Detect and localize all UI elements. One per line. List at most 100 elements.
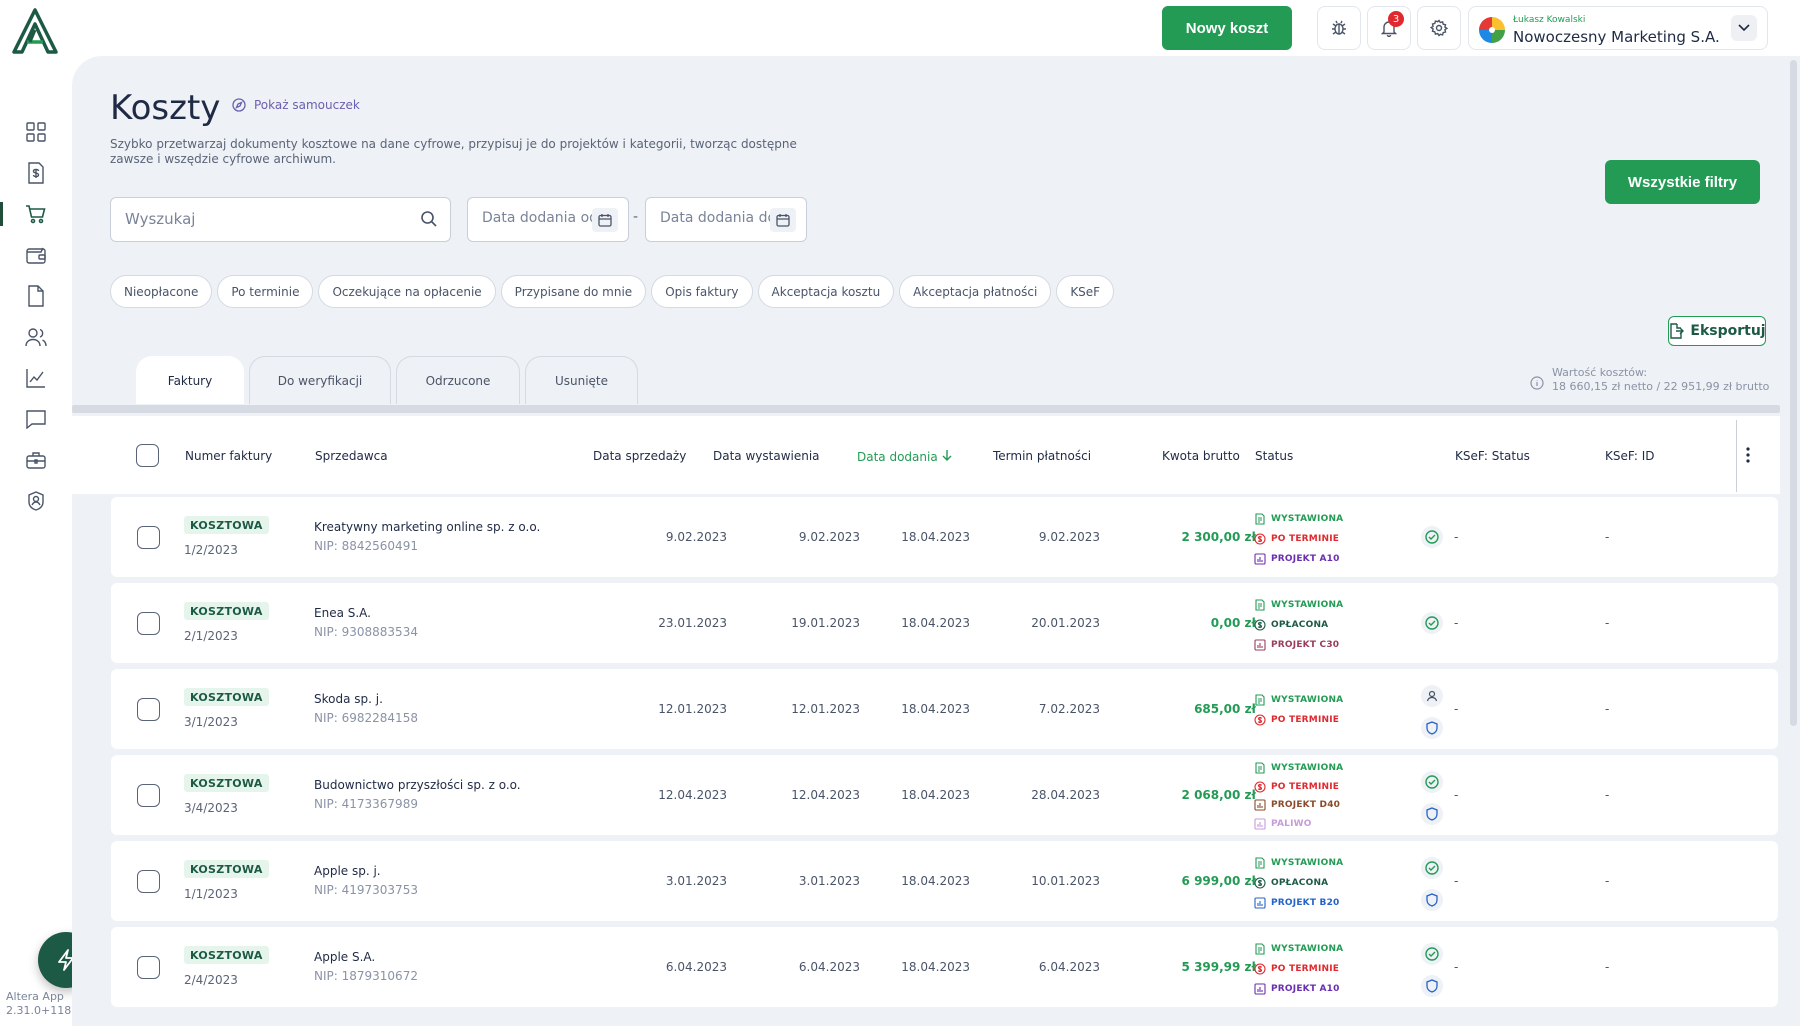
filter-chip-awaiting-payment[interactable]: Oczekujące na opłacenie [318, 275, 496, 308]
row-checkbox[interactable] [137, 870, 160, 893]
sidebar-item-dashboard[interactable] [0, 112, 72, 152]
company-switcher[interactable]: Łukasz Kowalski Nowoczesny Marketing S.A… [1468, 6, 1768, 50]
sidebar-item-invoices[interactable] [0, 153, 72, 193]
check-circle-icon[interactable] [1421, 943, 1443, 965]
sidebar-item-wallet[interactable] [0, 235, 72, 275]
sidebar-item-costs[interactable] [0, 194, 72, 234]
column-seller[interactable]: Sprzedawca [315, 449, 388, 463]
notifications-button[interactable]: 3 [1367, 6, 1411, 50]
calendar-icon[interactable] [592, 208, 618, 232]
check-circle-icon[interactable] [1421, 612, 1443, 634]
settings-button[interactable] [1417, 6, 1461, 50]
tab-invoices[interactable]: Faktury [136, 356, 244, 404]
column-status[interactable]: Status [1255, 449, 1293, 463]
status-icons [1421, 526, 1443, 548]
added-date: 18.04.2023 [901, 788, 970, 802]
info-icon [1530, 372, 1544, 394]
all-filters-button[interactable]: Wszystkie filtry [1605, 160, 1760, 204]
check-circle-icon[interactable] [1421, 771, 1443, 793]
column-invoice-number[interactable]: Numer faktury [185, 449, 272, 463]
invoice-number[interactable]: 2/1/2023 [184, 629, 238, 643]
filter-chip-overdue[interactable]: Po terminie [217, 275, 314, 308]
bug-report-button[interactable] [1317, 6, 1361, 50]
invoice-number[interactable]: 3/1/2023 [184, 715, 238, 729]
new-cost-button[interactable]: Nowy koszt [1162, 6, 1292, 50]
sidebar-item-reports[interactable] [0, 358, 72, 398]
check-circle-icon[interactable] [1421, 526, 1443, 548]
status-label: PROJEKT C30 [1271, 639, 1340, 650]
table-row[interactable]: KOSZTOWA 2/1/2023 Enea S.A. NIP: 9308883534… [111, 583, 1778, 663]
select-all-checkbox[interactable] [136, 444, 159, 467]
column-ksef-status[interactable]: KSeF: Status [1455, 449, 1530, 463]
filter-chip-cost-approval[interactable]: Akceptacja kosztu [757, 275, 895, 308]
invoice-number[interactable]: 3/4/2023 [184, 801, 238, 815]
sale-date: 23.01.2023 [658, 616, 727, 630]
document-icon [1254, 693, 1266, 706]
version-number: 2.31.0+1188 [6, 1004, 79, 1017]
tab-to-verify[interactable]: Do weryfikacji [249, 356, 391, 404]
row-checkbox[interactable] [137, 526, 160, 549]
sidebar-item-profile[interactable] [0, 481, 72, 521]
row-checkbox[interactable] [137, 698, 160, 721]
filter-chip-payment-approval[interactable]: Akceptacja płatności [899, 275, 1052, 308]
sidebar [0, 60, 72, 1026]
search-field[interactable] [110, 197, 451, 242]
compass-icon [232, 98, 246, 112]
date-to-field[interactable] [645, 197, 807, 242]
column-ksef-id[interactable]: KSeF: ID [1605, 449, 1654, 463]
invoice-number[interactable]: 1/1/2023 [184, 887, 238, 901]
table-row[interactable]: KOSZTOWA 3/4/2023 Budownictwo przyszłości … [111, 755, 1778, 835]
row-checkbox[interactable] [137, 956, 160, 979]
row-checkbox[interactable] [137, 612, 160, 635]
tab-rejected[interactable]: Odrzucone [396, 356, 520, 404]
column-options-icon[interactable] [1742, 445, 1754, 465]
shield-icon[interactable] [1421, 803, 1443, 825]
calendar-icon[interactable] [770, 208, 796, 232]
status-list: WYSTAWIONA PO TERMINIE PROJEKT A10 [1254, 941, 1343, 996]
column-gross-amount[interactable]: Kwota brutto [1162, 449, 1240, 463]
date-to-input[interactable] [660, 210, 770, 226]
user-icon[interactable] [1421, 685, 1443, 707]
chart-icon [26, 368, 46, 388]
column-issue-date[interactable]: Data wystawienia [713, 449, 820, 463]
show-tutorial-link[interactable]: Pokaż samouczek [232, 98, 360, 112]
row-checkbox[interactable] [137, 784, 160, 807]
status-badge: WYSTAWIONA [1254, 511, 1343, 526]
table-row[interactable]: KOSZTOWA 2/4/2023 Apple S.A. NIP: 187931067… [111, 927, 1778, 1007]
filter-chip-assigned-to-me[interactable]: Przypisane do mnie [500, 275, 647, 308]
chevron-down-icon[interactable] [1731, 15, 1757, 41]
sidebar-item-documents[interactable] [0, 276, 72, 316]
shield-icon[interactable] [1421, 717, 1443, 739]
date-from-input[interactable] [482, 210, 592, 226]
shield-icon[interactable] [1421, 975, 1443, 997]
sidebar-item-messages[interactable] [0, 399, 72, 439]
search-icon[interactable] [420, 210, 438, 228]
invoice-type-badge: KOSZTOWA [184, 602, 269, 620]
invoice-number[interactable]: 1/2/2023 [184, 543, 238, 557]
scrollbar[interactable] [1790, 60, 1797, 726]
date-from-field[interactable] [467, 197, 629, 242]
seller-nip: NIP: 8842560491 [314, 539, 418, 553]
search-input[interactable] [125, 210, 395, 228]
shield-icon[interactable] [1421, 889, 1443, 911]
filter-chip-ksef[interactable]: KSeF [1056, 275, 1115, 308]
export-button[interactable]: Eksportuj [1668, 316, 1766, 346]
column-due-date[interactable]: Termin płatności [993, 449, 1091, 463]
filter-chip-unpaid[interactable]: Nieopłacone [110, 275, 213, 308]
app-logo[interactable] [10, 8, 60, 54]
column-sale-date[interactable]: Data sprzedaży [593, 449, 686, 463]
briefcase-icon [26, 451, 46, 469]
sidebar-item-toolbox[interactable] [0, 440, 72, 480]
invoice-type-badge: KOSZTOWA [184, 516, 269, 534]
tab-deleted[interactable]: Usunięte [525, 356, 638, 404]
table-row[interactable]: KOSZTOWA 1/2/2023 Kreatywny marketing onli… [111, 497, 1778, 577]
table-row[interactable]: KOSZTOWA 3/1/2023 Skoda sp. j. NIP: 6982284… [111, 669, 1778, 749]
issue-date: 12.04.2023 [791, 788, 860, 802]
status-label: PROJEKT A10 [1271, 983, 1340, 994]
check-circle-icon[interactable] [1421, 857, 1443, 879]
sidebar-item-contacts[interactable] [0, 317, 72, 357]
filter-chip-invoice-description[interactable]: Opis faktury [651, 275, 753, 308]
invoice-number[interactable]: 2/4/2023 [184, 973, 238, 987]
table-row[interactable]: KOSZTOWA 1/1/2023 Apple sp. j. NIP: 4197303… [111, 841, 1778, 921]
column-added-date[interactable]: Data dodania [857, 449, 952, 464]
